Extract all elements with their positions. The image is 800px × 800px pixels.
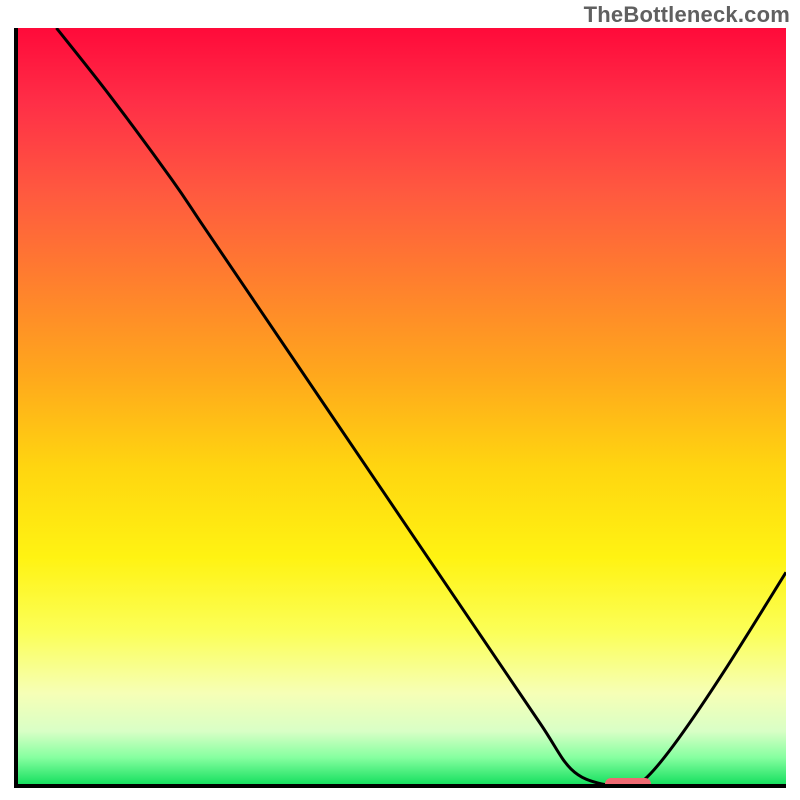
curve-path: [56, 28, 786, 784]
plot-area: [14, 28, 786, 788]
watermark-text: TheBottleneck.com: [584, 2, 790, 28]
optimal-range-marker: [605, 778, 651, 788]
bottleneck-curve: [18, 28, 786, 784]
chart-container: TheBottleneck.com: [0, 0, 800, 800]
